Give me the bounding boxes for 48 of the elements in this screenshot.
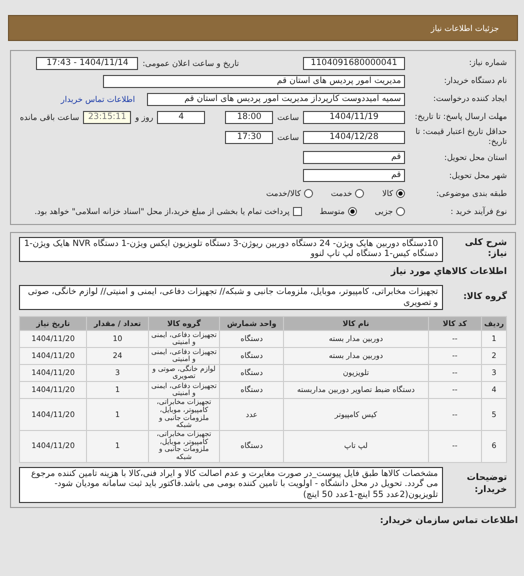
buyer-contact-link[interactable]: اطلاعات تماس خریدار	[60, 94, 135, 104]
field-label: نام دستگاه خریدار:	[443, 76, 507, 86]
field-label: ساعت	[277, 112, 299, 122]
field-label: ساعت	[277, 132, 299, 142]
radio-button[interactable]	[396, 207, 405, 216]
checkbox[interactable]	[292, 207, 302, 216]
field-label: شرح کلی نیاز:	[464, 238, 507, 262]
need-number-field: 1104091680000041	[303, 56, 405, 70]
option-label: متوسط	[320, 207, 345, 216]
option-label: جزیی	[374, 207, 393, 216]
days-field: 4	[157, 110, 206, 124]
requester-field: سمیه امیددوست کارپرداز مدیریت امور پردیس های استان قم	[147, 92, 405, 106]
section-title: اطلاعات کالاهاي مورد نیاز	[390, 267, 507, 278]
summary-field: 10دستگاه دوربین هایک ویژن- 24 دستگاه دوربین ریوژن-3 دستگاه تلویزیون ایکس ویژن-1 دستگاه NVR هایک ویژن-1 دستگاه کیس-1 دستگاه لپ تاپ لنوو	[19, 236, 443, 262]
field-label: مهلت ارسال پاسخ: تا تاریخ:	[414, 112, 507, 122]
date-field: 1404/12/28	[303, 130, 405, 144]
option-label: خدمت	[330, 189, 352, 198]
buyer-field: مدیریت امور پردیس های استان قم	[103, 74, 405, 88]
time-field: 17:30	[225, 130, 274, 144]
date-field: 1404/11/19	[303, 110, 405, 124]
city-field: قم	[303, 169, 405, 182]
field-label: شماره نیاز:	[468, 58, 507, 68]
section-title: اطلاعات تماس سازمان خریدار:	[378, 516, 518, 526]
radio-button[interactable]	[304, 189, 313, 198]
time-field: 18:00	[225, 110, 274, 124]
field-label: ساعت باقی مانده	[20, 112, 80, 122]
goods-group-field: تجهیزات مخابراتی، کامپیوتر، موبایل، ملزومات جانبی و شبکه// تجهیزات دفاعی، ایمنی و امنیتی// لوازم خانگی، صوتی و تصویری	[19, 285, 443, 310]
field-label: گروه کالا:	[462, 292, 507, 304]
field-label: توضیحات خریدار:	[466, 473, 507, 496]
field-label: شهر محل تحویل:	[448, 170, 507, 181]
announce-date-field: 1404/11/14 - 17:43	[36, 56, 138, 70]
province-field: قم	[303, 151, 405, 164]
field-label: روز و	[135, 112, 154, 122]
buyer-notes-field: مشخصات کالاها طبق فایل پیوست_در صورت مغایرت و عدم اصالت کالا و ایراد فنی،کالا با هزینه تامین کننده مرجوع می گردد. تحویل در محل دانشگاه - اولویت با تامین کننده بومی می باشد.فاکتور باید ثبت سامانه مودیان شود- تلویزیون(2عدد 55 اینچ-1عدد 50 اینچ)	[19, 466, 443, 503]
remaining-time-field: 23:15:11	[83, 110, 132, 124]
radio-button[interactable]	[396, 189, 405, 198]
field-label: استان محل تحویل:	[443, 152, 507, 163]
radio-button[interactable]	[348, 207, 357, 216]
field-label: طبقه بندی موضوعی:	[435, 188, 507, 199]
field-label: نوع فرآیند خرید :	[449, 206, 507, 217]
field-label: تاریخ و ساعت اعلان عمومی:	[142, 58, 239, 68]
option-label: کالا/خدمت	[266, 189, 301, 198]
option-label: کالا	[382, 189, 393, 198]
page-title: جزئیات اطلاعات نیاز	[430, 24, 499, 32]
radio-button[interactable]	[355, 189, 364, 198]
option-label: پرداخت تمام یا بخشی از مبلغ خرید،از محل "اسناد خزانه اسلامی" خواهد بود.	[34, 207, 290, 216]
field-label: ایجاد کننده درخواست:	[432, 94, 507, 104]
field-label: حداقل تاریخ اعتبار قیمت: تا تاریخ:	[414, 127, 507, 148]
